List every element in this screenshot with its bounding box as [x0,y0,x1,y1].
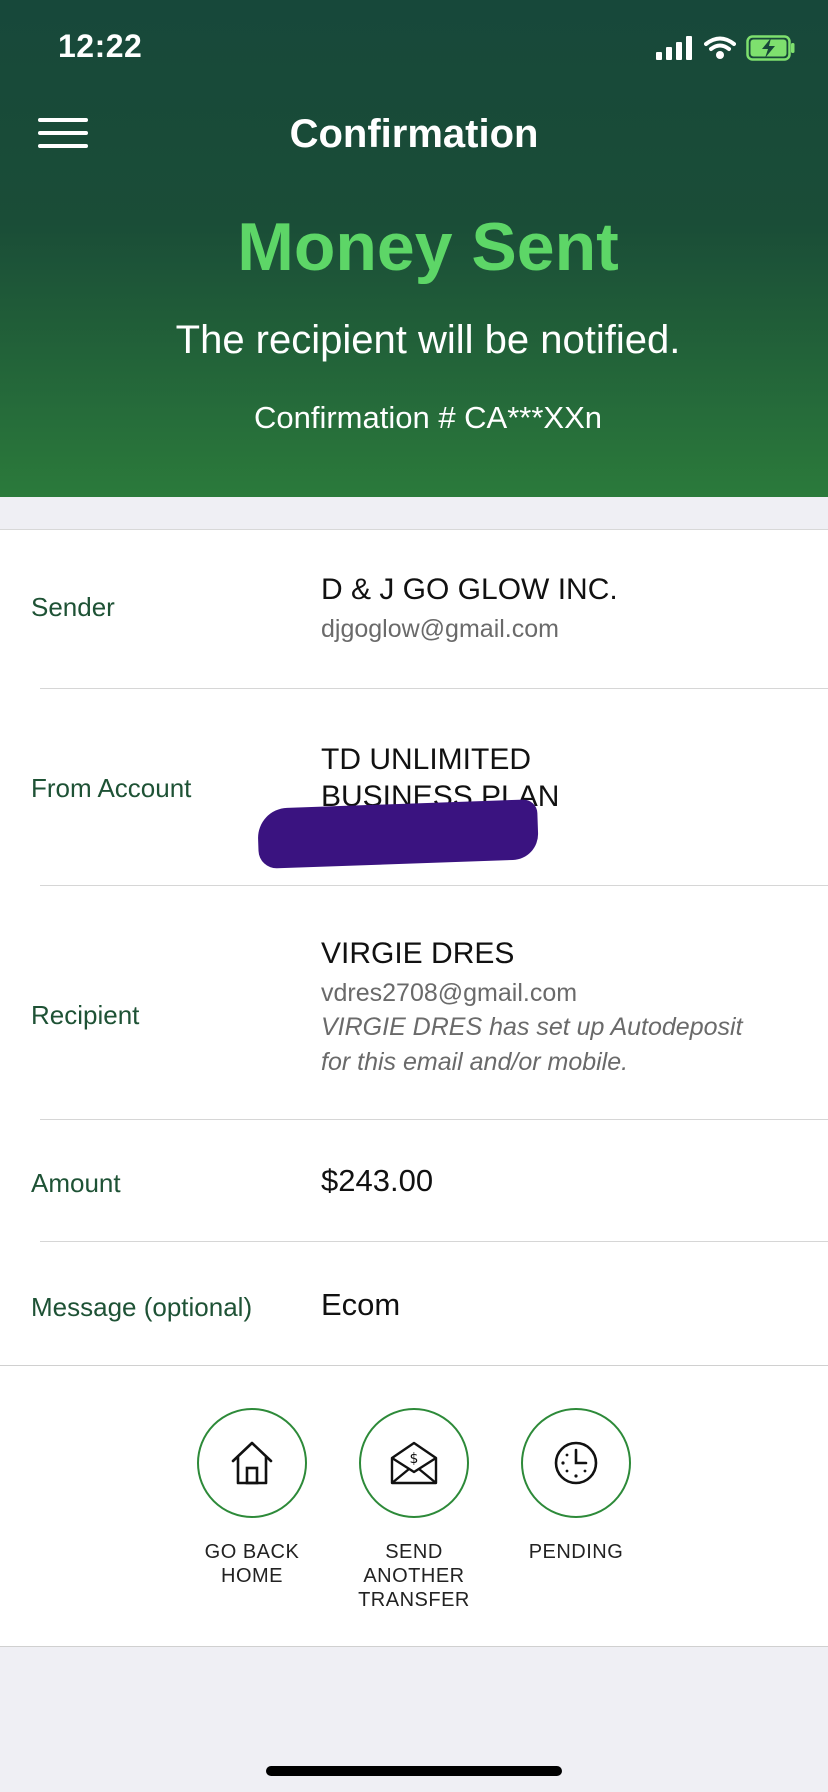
send-another-transfer-button[interactable]: $ SEND ANOTHER TRANSFER [329,1408,499,1612]
go-back-home-label: GO BACK HOME [204,1541,300,1587]
pending-button[interactable]: PENDING [491,1408,661,1564]
divider [40,1119,828,1120]
svg-text:$: $ [410,1451,419,1467]
recipient-name: VIRGIE DRES [321,937,515,970]
status-icons [656,34,796,62]
divider [40,688,828,689]
go-back-home-button[interactable]: GO BACK HOME [167,1408,337,1588]
money-sent-headline: Money Sent [237,209,619,285]
amount-value: $243.00 [321,1163,434,1198]
divider [40,1241,828,1242]
signal-icon [656,36,692,60]
page-title: Confirmation [289,112,539,156]
wifi-icon [704,36,736,59]
clock-icon [554,1441,598,1485]
recipient-email: vdres2708@gmail.com [321,979,578,1007]
money-envelope-icon: $ [390,1441,438,1485]
sender-email: djgoglow@gmail.com [321,615,559,643]
recipient-notified-text: The recipient will be notified. [175,318,681,362]
message-label: Message (optional) [31,1292,253,1322]
redacted-account-number [257,799,539,869]
divider [40,885,828,886]
transfer-details: Sender D & J GO GLOW INC. djgoglow@gmail… [0,529,828,1366]
autodeposit-note-line1: VIRGIE DRES has set up Autodeposit [321,1013,743,1041]
confirmation-number: Confirmation # CA***XXn [253,400,603,435]
autodeposit-note-line2: for this email and/or mobile. [321,1048,629,1076]
sender-name: D & J GO GLOW INC. [321,573,618,606]
message-value: Ecom [321,1287,401,1322]
status-time: 12:22 [58,28,143,64]
recipient-label: Recipient [31,1000,140,1030]
account-name-line1: TD UNLIMITED [321,743,531,776]
pending-label: PENDING [528,1541,624,1563]
home-icon [231,1441,273,1485]
sender-label: Sender [31,592,115,622]
send-another-transfer-label: SEND ANOTHER TRANSFER [358,1541,470,1611]
action-bar: GO BACK HOME $ SEND ANOTHER TRANSFER PEN… [0,1365,828,1647]
confirmation-header: 12:22 Confirmation Money Sent The recipi… [0,0,828,497]
home-indicator[interactable] [266,1766,562,1776]
battery-charging-icon [746,35,795,61]
from-account-label: From Account [31,773,192,803]
amount-label: Amount [31,1168,121,1198]
